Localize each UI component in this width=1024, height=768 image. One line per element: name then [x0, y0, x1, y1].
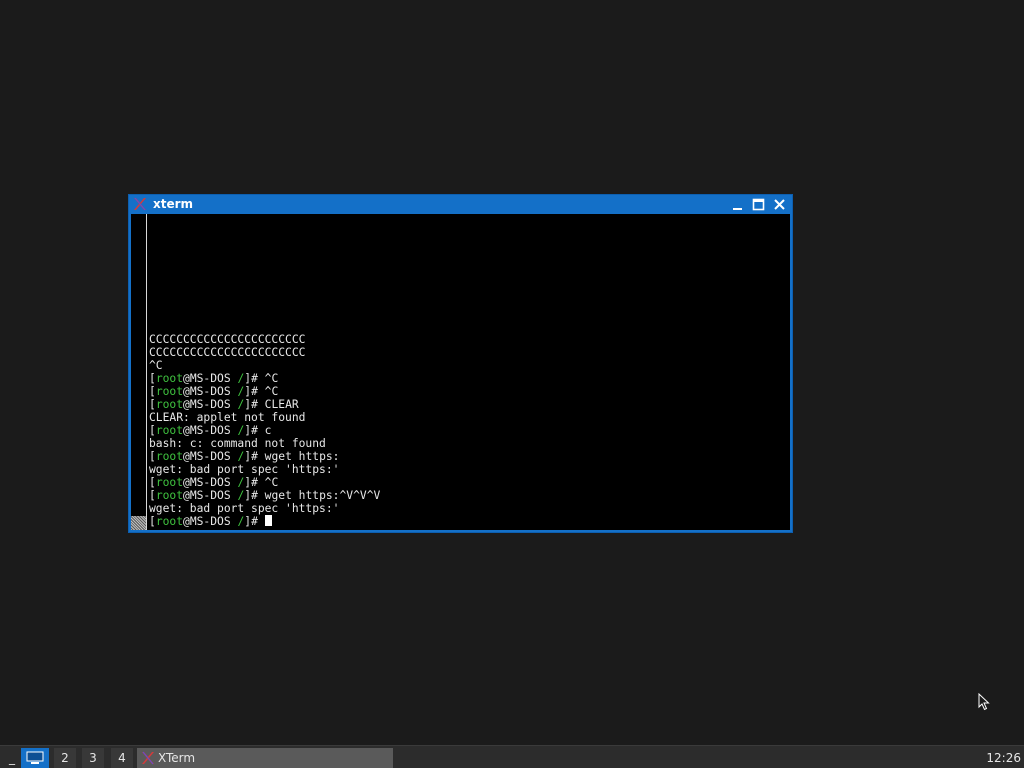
text-segment: ]# ^C: [244, 385, 279, 398]
text-segment: CCCCCCCCCCCCCCCCCCCCCCC: [149, 333, 306, 346]
terminal-line: wget: bad port spec 'https:': [149, 463, 380, 476]
prompt-segment: root: [155, 398, 184, 411]
prompt-segment: root: [155, 450, 184, 463]
terminal-area[interactable]: CCCCCCCCCCCCCCCCCCCCCCC CCCCCCCCCCCCCCCCC…: [131, 214, 790, 530]
taskbar: _ 2 3 4 XTerm 12:26: [0, 745, 1024, 768]
text-segment: CLEAR: applet not found: [149, 411, 306, 424]
text-segment: @MS-DOS: [183, 489, 238, 502]
prompt-segment: root: [155, 476, 184, 489]
text-segment: CCCCCCCCCCCCCCCCCCCCCCC: [149, 346, 306, 359]
prompt-segment: root: [155, 424, 184, 437]
desktop-3-button[interactable]: 3: [82, 748, 104, 768]
desktop-4-button[interactable]: 4: [111, 748, 133, 768]
close-button[interactable]: [772, 197, 787, 212]
text-segment: @MS-DOS: [183, 450, 238, 463]
desktop-1-button[interactable]: [21, 748, 49, 768]
text-segment: @MS-DOS: [183, 372, 238, 385]
prompt-segment: root: [155, 385, 184, 398]
text-segment: ]# wget https:: [244, 450, 340, 463]
text-segment: @MS-DOS: [183, 476, 238, 489]
x-logo-icon: [142, 751, 154, 765]
text-segment: @MS-DOS: [183, 515, 238, 528]
text-segment: ]# ^C: [244, 476, 279, 489]
terminal-line: CLEAR: applet not found: [149, 411, 380, 424]
text-segment: [: [149, 372, 156, 385]
taskbar-task-label: XTerm: [158, 751, 196, 765]
terminal-line: [root@MS-DOS /]# ^C: [149, 372, 380, 385]
text-segment: [: [149, 450, 156, 463]
prompt-segment: root: [155, 372, 184, 385]
terminal-line: [root@MS-DOS /]# wget https:^V^V^V: [149, 489, 380, 502]
text-segment: @MS-DOS: [183, 385, 238, 398]
text-segment: [: [149, 424, 156, 437]
text-segment: ^C: [149, 359, 163, 372]
text-segment: ]# ^C: [244, 372, 279, 385]
terminal-line: [root@MS-DOS /]# ^C: [149, 385, 380, 398]
terminal-output: CCCCCCCCCCCCCCCCCCCCCCC CCCCCCCCCCCCCCCCC…: [149, 333, 380, 528]
mouse-pointer-icon: [978, 693, 990, 711]
text-segment: ]# CLEAR: [244, 398, 299, 411]
show-desktop-button[interactable]: _: [4, 748, 20, 768]
terminal-line: bash: c: command not found: [149, 437, 380, 450]
x-logo-icon: [133, 197, 147, 211]
terminal-line: [root@MS-DOS /]# c: [149, 424, 380, 437]
text-segment: @MS-DOS: [183, 424, 238, 437]
minimize-icon: [733, 208, 742, 210]
taskbar-xterm-task[interactable]: XTerm: [137, 748, 393, 768]
text-segment: ]# wget https:^V^V^V: [244, 489, 381, 502]
close-icon: [774, 199, 785, 210]
terminal-line: [root@MS-DOS /]# ^C: [149, 476, 380, 489]
text-segment: [: [149, 385, 156, 398]
text-segment: [: [149, 515, 156, 528]
minimize-button[interactable]: [730, 197, 745, 212]
text-segment: wget: bad port spec 'https:': [149, 463, 340, 476]
maximize-button[interactable]: [751, 197, 766, 212]
desktop: xterm CCCCCCCCCCCCCCCCCCCCCCC CCCCCCCCCCC…: [0, 0, 1024, 768]
clock: 12:26: [986, 751, 1021, 765]
terminal-line: [root@MS-DOS /]#: [149, 515, 380, 528]
terminal-cursor: [264, 515, 272, 526]
text-segment: bash: c: command not found: [149, 437, 326, 450]
text-segment: @MS-DOS: [183, 398, 238, 411]
terminal-line: wget: bad port spec 'https:': [149, 502, 380, 515]
scrollbar-thumb[interactable]: [131, 516, 146, 530]
monitor-icon: [26, 751, 44, 764]
prompt-segment: root: [155, 515, 184, 528]
text-segment: [: [149, 476, 156, 489]
terminal-line: ^C: [149, 359, 380, 372]
xterm-window[interactable]: xterm CCCCCCCCCCCCCCCCCCCCCCC CCCCCCCCCCC…: [128, 194, 793, 533]
prompt-segment: root: [155, 489, 184, 502]
text-segment: ]# c: [244, 424, 272, 437]
terminal-line: CCCCCCCCCCCCCCCCCCCCCCC: [149, 333, 380, 346]
text-segment: ]#: [244, 515, 265, 528]
terminal-line: [root@MS-DOS /]# CLEAR: [149, 398, 380, 411]
text-segment: [: [149, 489, 156, 502]
window-titlebar[interactable]: xterm: [129, 195, 792, 214]
terminal-line: CCCCCCCCCCCCCCCCCCCCCCC: [149, 346, 380, 359]
text-segment: wget: bad port spec 'https:': [149, 502, 340, 515]
window-title: xterm: [153, 197, 194, 211]
terminal-line: [root@MS-DOS /]# wget https:: [149, 450, 380, 463]
terminal-scrollbar[interactable]: [131, 214, 147, 530]
text-segment: [: [149, 398, 156, 411]
desktop-2-button[interactable]: 2: [54, 748, 76, 768]
